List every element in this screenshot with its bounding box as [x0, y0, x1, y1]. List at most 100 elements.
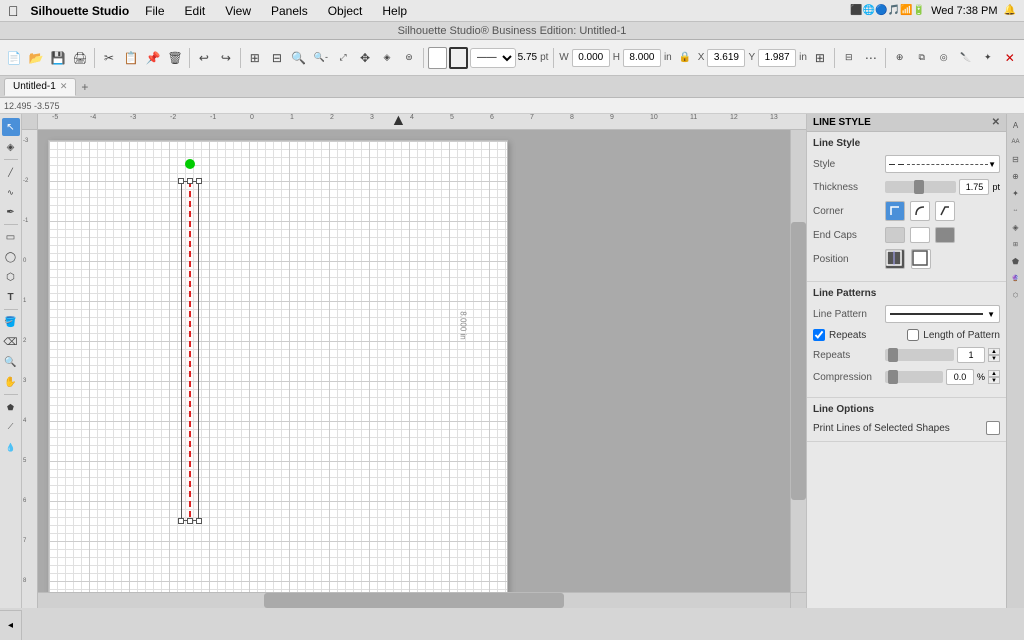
tool-pen[interactable]: ✒ [2, 203, 20, 221]
tool-eraser[interactable]: ⌫ [2, 333, 20, 351]
tb-print[interactable]: 🖨 [70, 46, 90, 70]
tb-move[interactable]: ✥ [355, 46, 375, 70]
corner-btn-3[interactable] [935, 201, 955, 221]
handle-tr[interactable] [196, 178, 202, 184]
tb-align[interactable]: ⊜ [399, 46, 419, 70]
tool-bezier[interactable]: ∿ [2, 183, 20, 201]
tool-ellipse[interactable]: ◯ [2, 248, 20, 266]
lock-aspect[interactable]: 🔒 [675, 46, 695, 70]
compression-input[interactable] [946, 369, 974, 385]
tool-node[interactable]: ◈ [2, 138, 20, 156]
tb-node[interactable]: ◈ [377, 46, 397, 70]
selected-object[interactable] [181, 181, 199, 521]
tb-align-panel[interactable]: ⊟ [839, 46, 859, 70]
tool-knife[interactable]: ⟋ [2, 418, 20, 436]
repeats-spin-up[interactable]: ▲ [988, 348, 1000, 355]
tb-new[interactable]: 📄 [4, 46, 24, 70]
style-dropdown[interactable]: ▼ [885, 155, 1000, 173]
menu-object[interactable]: Object [324, 2, 367, 20]
menu-view[interactable]: View [221, 2, 255, 20]
corner-btn-1[interactable] [885, 201, 905, 221]
rs-btn-7[interactable]: ◈ [1009, 220, 1023, 234]
repeats-checkbox[interactable] [813, 329, 825, 341]
tool-fill[interactable]: 🪣 [2, 313, 20, 331]
tb-more[interactable]: ⋯ [861, 46, 881, 70]
rs-btn-9[interactable]: ⬟ [1009, 254, 1023, 268]
canvas-area[interactable]: ▲ -5 -4 -3 -2 -1 0 1 2 3 4 5 6 7 8 9 10 … [22, 114, 806, 608]
rs-btn-1[interactable]: A [1009, 118, 1023, 132]
repeats-input[interactable] [957, 347, 985, 363]
apple-logo[interactable]:  [8, 3, 19, 19]
tb-grid[interactable]: ⊞ [810, 46, 830, 70]
length-of-pattern-checkbox[interactable] [907, 329, 919, 341]
rs-btn-2[interactable]: AA [1009, 135, 1023, 149]
scrollbar-thumb-h[interactable] [264, 593, 565, 608]
scroll-up-indicator[interactable]: ▲ [390, 114, 406, 130]
handle-tm[interactable] [187, 178, 193, 184]
tb-undo[interactable]: ↩ [194, 46, 214, 70]
tb-group[interactable]: ⊞ [245, 46, 265, 70]
repeats-slider[interactable] [885, 349, 954, 361]
tb-paste[interactable]: 📌 [143, 46, 163, 70]
repeats-spin-down[interactable]: ▼ [988, 355, 1000, 362]
scrollbar-vertical[interactable] [790, 130, 806, 592]
scrollbar-horizontal[interactable] [38, 592, 790, 608]
menu-panels[interactable]: Panels [267, 2, 312, 20]
rs-btn-6[interactable]: ↔ [1009, 203, 1023, 217]
print-lines-checkbox[interactable] [986, 421, 1000, 435]
corner-btn-2[interactable] [910, 201, 930, 221]
tab-untitled1[interactable]: Untitled-1 ✕ [4, 78, 76, 96]
thickness-input[interactable] [959, 179, 989, 195]
rs-btn-3[interactable]: ⊟ [1009, 152, 1023, 166]
tb-weld[interactable]: ✦ [978, 46, 998, 70]
expand-btn[interactable]: ◂ [8, 620, 13, 631]
tb-delete[interactable]: 🗑 [165, 46, 185, 70]
cap-btn-3[interactable] [935, 227, 955, 243]
handle-br[interactable] [196, 518, 202, 524]
tb-redo[interactable]: ↪ [216, 46, 236, 70]
tb-ungroup[interactable]: ⊟ [267, 46, 287, 70]
tb-replicate[interactable]: ⧉ [912, 46, 932, 70]
rs-btn-5[interactable]: ✦ [1009, 186, 1023, 200]
panel-close-btn[interactable]: ✕ [992, 117, 1000, 128]
tool-polygon[interactable]: ⬡ [2, 268, 20, 286]
tb-open[interactable]: 📂 [26, 46, 46, 70]
rs-btn-4[interactable]: ⊕ [1009, 169, 1023, 183]
y-field[interactable] [758, 49, 796, 67]
tool-text[interactable]: T [2, 288, 20, 306]
tb-cut[interactable]: ✂ [99, 46, 119, 70]
thickness-slider[interactable] [885, 181, 956, 193]
tb-close[interactable]: ✕ [1000, 46, 1020, 70]
tool-pan[interactable]: ✋ [2, 373, 20, 391]
menu-edit[interactable]: Edit [181, 2, 210, 20]
height-field[interactable] [623, 49, 661, 67]
width-field[interactable] [572, 49, 610, 67]
stroke-selector[interactable] [449, 47, 468, 69]
tb-knife[interactable]: 🔪 [956, 46, 976, 70]
menu-help[interactable]: Help [378, 2, 411, 20]
cap-btn-2[interactable] [910, 227, 930, 243]
tb-copy[interactable]: 📋 [121, 46, 141, 70]
tb-save[interactable]: 💾 [48, 46, 68, 70]
line-style-select[interactable]: —— - - - ··· [470, 48, 516, 68]
tb-offset[interactable]: ◎ [934, 46, 954, 70]
tb-zoom-out[interactable]: 🔍- [311, 46, 331, 70]
pos-btn-2[interactable] [911, 249, 931, 269]
tb-transform[interactable]: ⊕ [890, 46, 910, 70]
cap-btn-1[interactable] [885, 227, 905, 243]
new-tab-btn[interactable]: + [81, 80, 88, 94]
compression-spin-up[interactable]: ▲ [988, 370, 1000, 377]
x-field[interactable] [707, 49, 745, 67]
tool-trace[interactable]: ⬟ [2, 398, 20, 416]
handle-bl[interactable] [178, 518, 184, 524]
pos-btn-1[interactable] [885, 249, 905, 269]
compression-spin-down[interactable]: ▼ [988, 377, 1000, 384]
fill-selector[interactable] [428, 47, 447, 69]
compression-slider[interactable] [885, 371, 943, 383]
canvas-scroll[interactable]: 8.000 in [38, 130, 790, 592]
tab-close-btn[interactable]: ✕ [60, 81, 68, 92]
menu-file[interactable]: File [141, 2, 168, 20]
line-pattern-dropdown[interactable]: ▼ [885, 305, 1000, 323]
rs-btn-8[interactable]: ⊞ [1009, 237, 1023, 251]
tool-line[interactable]: ╱ [2, 163, 20, 181]
